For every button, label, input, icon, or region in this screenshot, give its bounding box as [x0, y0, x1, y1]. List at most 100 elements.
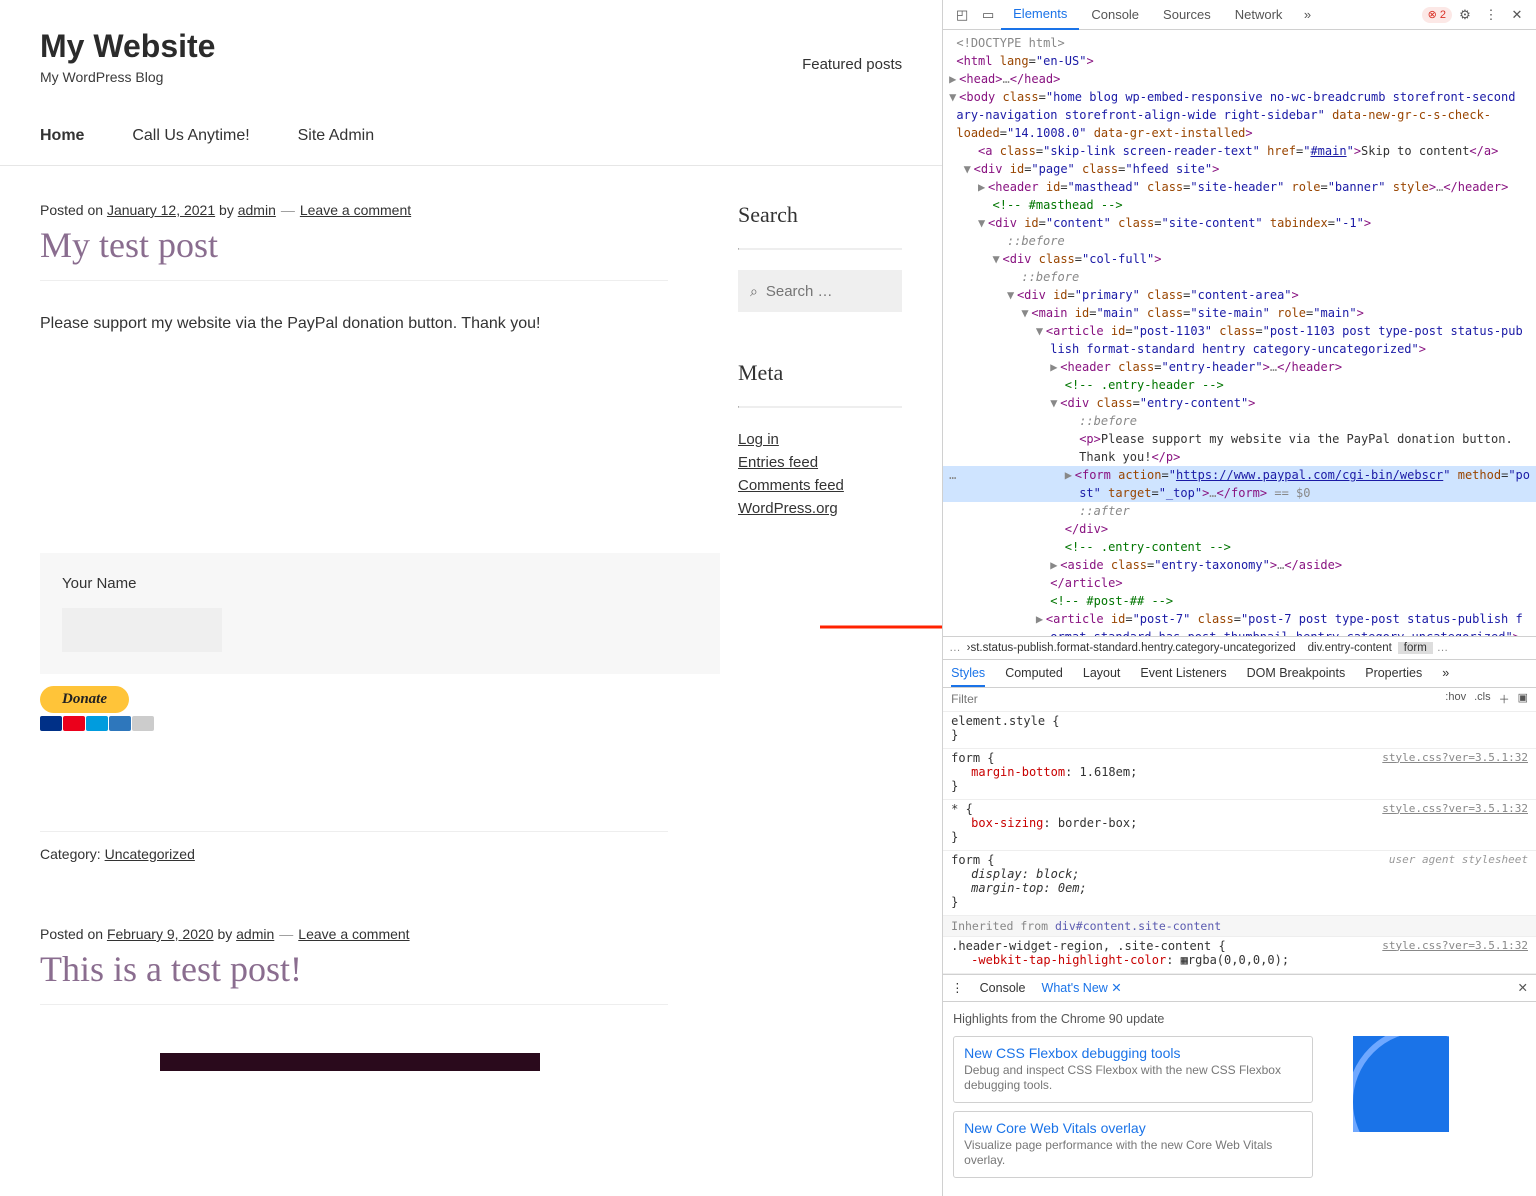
post-date[interactable]: January 12, 2021	[107, 202, 215, 218]
drawer-kebab-icon[interactable]: ⋮	[951, 980, 964, 995]
card-title: New Core Web Vitals overlay	[964, 1120, 1302, 1136]
tab-sources[interactable]: Sources	[1151, 0, 1223, 30]
name-label: Your Name	[62, 575, 698, 592]
webpage: My Website My WordPress Blog Featured po…	[0, 0, 942, 1196]
more-icon[interactable]: »	[1442, 666, 1449, 680]
site-tagline: My WordPress Blog	[40, 69, 902, 85]
post-title[interactable]: My test post	[40, 224, 668, 266]
search-heading: Search	[738, 202, 902, 228]
whatsnew-card-1[interactable]: New CSS Flexbox debugging tools Debug an…	[953, 1036, 1313, 1103]
card-desc: Visualize page performance with the new …	[964, 1138, 1302, 1169]
rule-source[interactable]: style.css?ver=3.5.1:32	[1382, 751, 1528, 764]
tab-elements[interactable]: Elements	[1001, 0, 1079, 30]
rule-selector: element.style {	[951, 714, 1528, 728]
inspect-icon[interactable]: ◰	[953, 6, 971, 24]
meta-login[interactable]: Log in	[738, 431, 779, 448]
breadcrumb[interactable]: … ›st.status-publish.format-standard.hen…	[943, 636, 1536, 660]
pin-icon[interactable]: ▣	[1518, 691, 1528, 707]
category-row: Category: Uncategorized	[40, 831, 668, 862]
visa-icon	[40, 716, 62, 731]
nav-admin[interactable]: Site Admin	[298, 127, 374, 144]
card-icons	[40, 716, 668, 731]
filter-input[interactable]	[951, 692, 1445, 706]
rule-close: }	[951, 728, 1528, 742]
paypal-icon	[86, 716, 108, 731]
gear-icon[interactable]: ⚙	[1456, 6, 1474, 24]
tab-network[interactable]: Network	[1223, 0, 1295, 30]
discover-icon	[132, 716, 154, 731]
device-icon[interactable]: ▭	[979, 6, 997, 24]
close-tab-icon[interactable]: ✕	[1111, 981, 1121, 995]
search-input[interactable]	[766, 283, 890, 300]
site-header: My Website My WordPress Blog	[0, 0, 942, 85]
close-icon[interactable]: ✕	[1508, 6, 1526, 24]
tab-props[interactable]: Properties	[1365, 666, 1422, 680]
name-input[interactable]	[62, 608, 222, 652]
tab-styles[interactable]: Styles	[951, 666, 985, 687]
mastercard-icon	[63, 716, 85, 731]
crumb-entry[interactable]: div.entry-content	[1302, 642, 1398, 654]
divider	[40, 1004, 668, 1005]
card-desc: Debug and inspect CSS Flexbox with the n…	[964, 1063, 1302, 1094]
error-badge[interactable]: 2	[1422, 7, 1452, 23]
by-label: by	[214, 926, 237, 942]
drawer-close-icon[interactable]: ✕	[1518, 980, 1528, 995]
arrow-annotation	[820, 612, 942, 642]
meta-wp[interactable]: WordPress.org	[738, 500, 838, 517]
featured-link[interactable]: Featured posts	[802, 56, 902, 73]
dom-tree[interactable]: <!DOCTYPE html> <html lang="en-US"> ▶<he…	[943, 30, 1536, 636]
leave-comment[interactable]: Leave a comment	[300, 202, 411, 218]
posted-label: Posted on	[40, 926, 107, 942]
dash: —	[281, 202, 295, 218]
category-label: Category:	[40, 846, 105, 862]
tab-computed[interactable]: Computed	[1005, 666, 1063, 680]
drawer-console[interactable]: Console	[980, 981, 1026, 995]
devtools-toolbar: ◰ ▭ Elements Console Sources Network » 2…	[943, 0, 1536, 30]
donate-button[interactable]: Donate	[40, 686, 668, 731]
tab-console[interactable]: Console	[1079, 0, 1151, 30]
crumb-article[interactable]: ›st.status-publish.format-standard.hentr…	[961, 642, 1302, 654]
post2-title[interactable]: This is a test post!	[40, 948, 668, 990]
whatsnew-graphic	[1353, 1036, 1449, 1132]
crumb-form[interactable]: form	[1398, 642, 1433, 654]
rule-close: }	[951, 779, 1528, 793]
card-title: New CSS Flexbox debugging tools	[964, 1045, 1302, 1061]
nav-home[interactable]: Home	[40, 127, 84, 144]
post2-comment[interactable]: Leave a comment	[298, 926, 409, 942]
cls-button[interactable]: .cls	[1474, 691, 1491, 707]
nav-call[interactable]: Call Us Anytime!	[132, 127, 249, 144]
post2-author[interactable]: admin	[236, 926, 274, 942]
tab-layout[interactable]: Layout	[1083, 666, 1121, 680]
styles-filter: :hov .cls ＋ ▣	[943, 688, 1536, 712]
meta-entries[interactable]: Entries feed	[738, 454, 818, 471]
whatsnew-card-2[interactable]: New Core Web Vitals overlay Visualize pa…	[953, 1111, 1313, 1178]
site-title: My Website	[40, 28, 902, 65]
tab-listeners[interactable]: Event Listeners	[1140, 666, 1226, 680]
add-rule-icon[interactable]: ＋	[1499, 691, 1510, 707]
search-box[interactable]: ⌕	[738, 270, 902, 312]
styles-tabs: Styles Computed Layout Event Listeners D…	[943, 660, 1536, 688]
post-author[interactable]: admin	[238, 202, 276, 218]
more-tabs-icon[interactable]: »	[1298, 6, 1316, 24]
posted-label: Posted on	[40, 202, 107, 218]
meta-heading: Meta	[738, 360, 902, 386]
post2-image	[160, 1053, 540, 1071]
hov-button[interactable]: :hov	[1445, 691, 1466, 707]
rule-source[interactable]: style.css?ver=3.5.1:32	[1382, 802, 1528, 815]
style-rules[interactable]: element.style { } style.css?ver=3.5.1:32…	[943, 712, 1536, 974]
inherited-from: Inherited from div#content.site-content	[943, 916, 1536, 937]
drawer-headline: Highlights from the Chrome 90 update	[953, 1012, 1526, 1026]
category-link[interactable]: Uncategorized	[105, 846, 195, 862]
tab-dom-bp[interactable]: DOM Breakpoints	[1247, 666, 1346, 680]
by-label: by	[215, 202, 238, 218]
post2-date[interactable]: February 9, 2020	[107, 926, 214, 942]
kebab-icon[interactable]: ⋮	[1482, 6, 1500, 24]
divider	[738, 406, 902, 408]
amex-icon	[109, 716, 131, 731]
drawer-whatsnew[interactable]: What's New ✕	[1042, 980, 1122, 995]
meta-comments[interactable]: Comments feed	[738, 477, 844, 494]
post2-meta: Posted on February 9, 2020 by admin—Leav…	[40, 926, 668, 942]
rule-source[interactable]: style.css?ver=3.5.1:32	[1382, 939, 1528, 952]
devtools: ◰ ▭ Elements Console Sources Network » 2…	[942, 0, 1536, 1196]
drawer-body: Highlights from the Chrome 90 update New…	[943, 1002, 1536, 1196]
